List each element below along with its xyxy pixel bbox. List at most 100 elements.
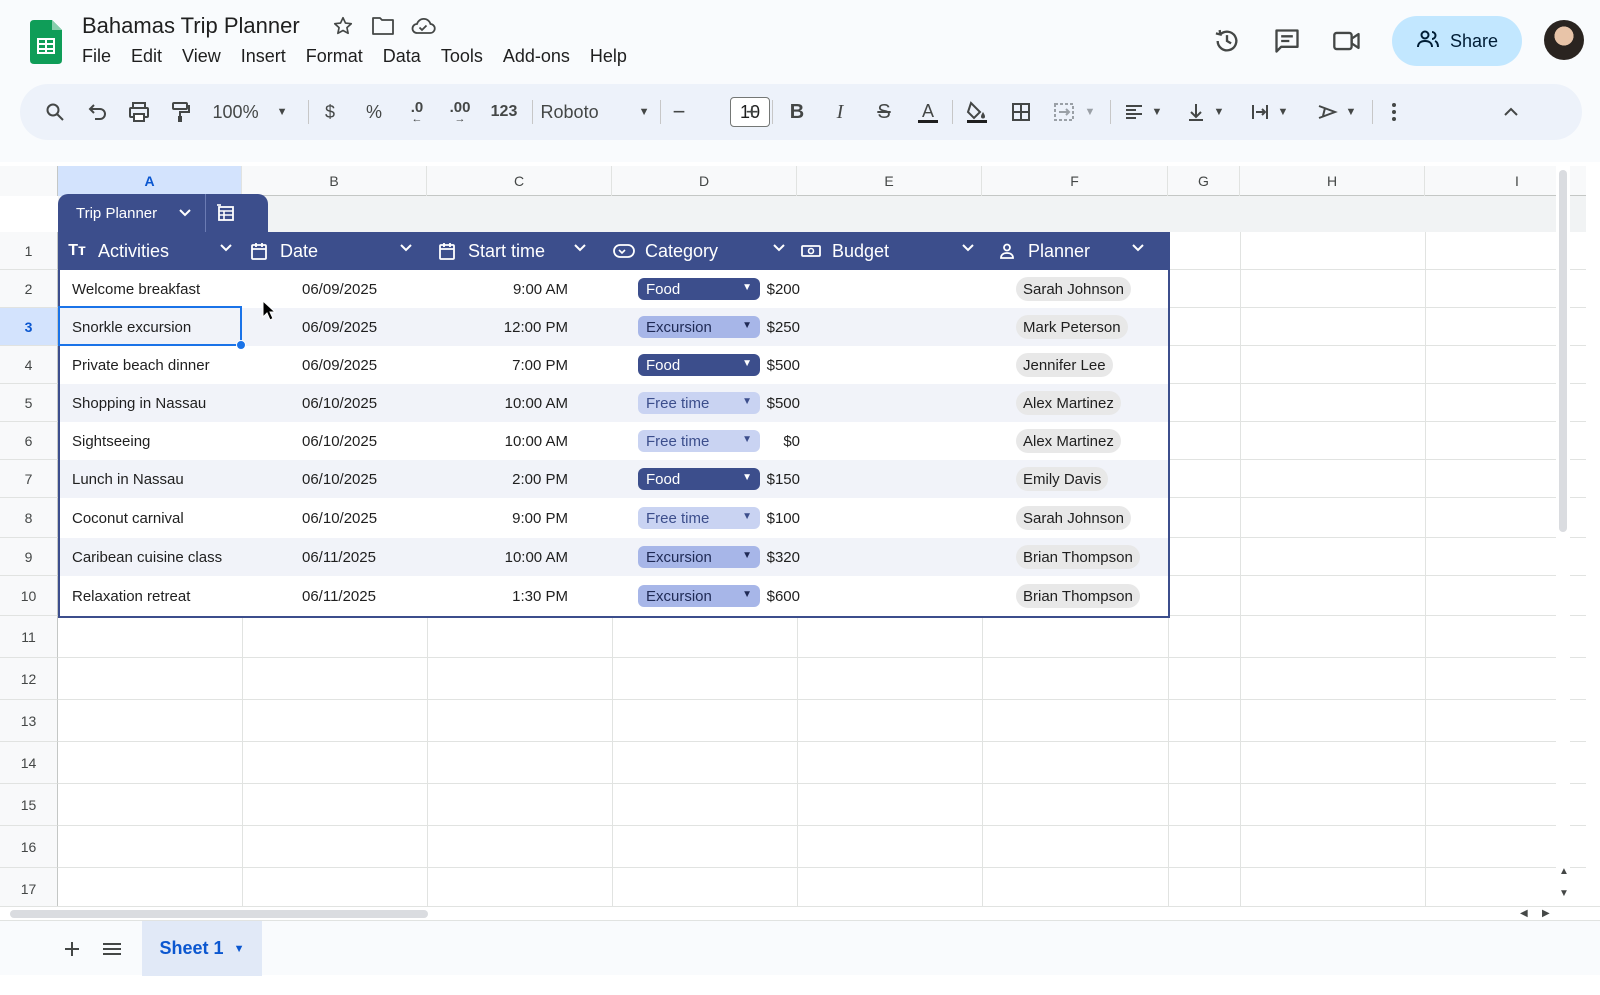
row-header-7[interactable]: 7 bbox=[0, 460, 58, 498]
cell-start-time[interactable]: 1:30 PM bbox=[448, 576, 568, 616]
chevron-down-icon[interactable] bbox=[962, 244, 974, 252]
menu-help[interactable]: Help bbox=[580, 44, 637, 69]
strikethrough-icon[interactable]: S bbox=[869, 84, 899, 140]
chevron-down-icon[interactable] bbox=[574, 244, 586, 252]
cell-date[interactable]: 06/09/2025 bbox=[302, 308, 452, 346]
increase-decimal-button[interactable]: .00 → bbox=[442, 84, 478, 140]
row-header-11[interactable]: 11 bbox=[0, 616, 58, 658]
more-options-icon[interactable] bbox=[1382, 84, 1406, 140]
cell-planner[interactable]: Sarah Johnson bbox=[1016, 498, 1166, 538]
column-header-f[interactable]: F bbox=[982, 166, 1168, 196]
currency-format-button[interactable]: $ bbox=[315, 84, 345, 140]
undo-icon[interactable] bbox=[82, 84, 112, 140]
text-rotation-button[interactable]: ▼ bbox=[1310, 84, 1362, 140]
cell-category[interactable]: Food ▼ bbox=[638, 460, 808, 498]
cell-category[interactable]: Excursion ▼ bbox=[638, 576, 808, 616]
chevron-down-icon[interactable] bbox=[400, 244, 412, 252]
column-header-e[interactable]: E bbox=[797, 166, 982, 196]
row-header-8[interactable]: 8 bbox=[0, 498, 58, 538]
column-header-c[interactable]: C bbox=[427, 166, 612, 196]
person-chip[interactable]: Alex Martinez bbox=[1016, 429, 1121, 453]
row-header-9[interactable]: 9 bbox=[0, 538, 58, 576]
borders-icon[interactable] bbox=[1006, 84, 1036, 140]
cell-start-time[interactable]: 9:00 AM bbox=[448, 270, 568, 308]
row-header-2[interactable]: 2 bbox=[0, 270, 58, 308]
category-dropdown-chip[interactable]: Food ▼ bbox=[638, 468, 760, 490]
menu-file[interactable]: File bbox=[72, 44, 121, 69]
cell-date[interactable]: 06/09/2025 bbox=[302, 270, 452, 308]
document-title[interactable]: Bahamas Trip Planner bbox=[82, 13, 300, 39]
category-dropdown-chip[interactable]: Food ▼ bbox=[638, 354, 760, 376]
cell-activity[interactable]: Lunch in Nassau bbox=[72, 460, 242, 498]
cell-planner[interactable]: Sarah Johnson bbox=[1016, 270, 1166, 308]
cell-date[interactable]: 06/09/2025 bbox=[302, 346, 452, 384]
table-view-icon[interactable] bbox=[206, 204, 246, 222]
horizontal-scroll-thumb[interactable] bbox=[10, 910, 428, 918]
column-header-b[interactable]: B bbox=[242, 166, 427, 196]
row-header-6[interactable]: 6 bbox=[0, 422, 58, 460]
scroll-down-icon[interactable]: ▼ bbox=[1559, 888, 1569, 899]
chevron-down-icon[interactable] bbox=[220, 244, 232, 252]
category-dropdown-chip[interactable]: Excursion ▼ bbox=[638, 546, 760, 568]
share-button[interactable]: Share bbox=[1392, 16, 1522, 66]
cell-start-time[interactable]: 12:00 PM bbox=[448, 308, 568, 346]
cell-start-time[interactable]: 10:00 AM bbox=[448, 384, 568, 422]
decrease-font-size-button[interactable]: − bbox=[668, 84, 690, 140]
bold-icon[interactable]: B bbox=[782, 84, 812, 140]
table-name-tab[interactable]: Trip Planner bbox=[58, 194, 268, 232]
cell-planner[interactable]: Emily Davis bbox=[1016, 460, 1166, 498]
all-sheets-icon[interactable] bbox=[98, 935, 126, 963]
add-sheet-icon[interactable] bbox=[58, 935, 86, 963]
sheet-tab-sheet1[interactable]: Sheet 1 ▼ bbox=[142, 921, 262, 976]
menu-insert[interactable]: Insert bbox=[231, 44, 296, 69]
person-chip[interactable]: Brian Thompson bbox=[1016, 545, 1140, 569]
cell-date[interactable]: 06/10/2025 bbox=[302, 384, 452, 422]
row-header-3[interactable]: 3 bbox=[0, 308, 58, 346]
cell-date[interactable]: 06/11/2025 bbox=[302, 538, 452, 576]
cell-date[interactable]: 06/10/2025 bbox=[302, 422, 452, 460]
row-header-14[interactable]: 14 bbox=[0, 742, 58, 784]
category-dropdown-chip[interactable]: Free time ▼ bbox=[638, 430, 760, 452]
person-chip[interactable]: Alex Martinez bbox=[1016, 391, 1121, 415]
vertical-scroll-thumb[interactable] bbox=[1559, 170, 1567, 532]
font-family-select[interactable]: Roboto ▼ bbox=[541, 84, 650, 140]
cell-activity[interactable]: Private beach dinner bbox=[72, 346, 242, 384]
row-header-4[interactable]: 4 bbox=[0, 346, 58, 384]
table-header-category[interactable]: Category bbox=[613, 232, 788, 270]
horizontal-align-button[interactable]: ▼ bbox=[1120, 84, 1166, 140]
italic-icon[interactable]: I bbox=[825, 84, 855, 140]
cell-date[interactable]: 06/10/2025 bbox=[302, 460, 452, 498]
cell-activity[interactable]: Welcome breakfast bbox=[72, 270, 242, 308]
column-header-d[interactable]: D bbox=[612, 166, 797, 196]
cell-date[interactable]: 06/10/2025 bbox=[302, 498, 452, 538]
menu-tools[interactable]: Tools bbox=[431, 44, 493, 69]
row-header-13[interactable]: 13 bbox=[0, 700, 58, 742]
row-header-12[interactable]: 12 bbox=[0, 658, 58, 700]
fill-handle[interactable] bbox=[236, 340, 246, 350]
cell-category[interactable]: Free time ▼ bbox=[638, 498, 808, 538]
decrease-decimal-button[interactable]: .0 ← bbox=[400, 84, 434, 140]
row-header-1[interactable]: 1 bbox=[0, 232, 58, 270]
cell-start-time[interactable]: 10:00 AM bbox=[448, 538, 568, 576]
text-color-icon[interactable]: A bbox=[913, 84, 943, 140]
cell-start-time[interactable]: 9:00 PM bbox=[448, 498, 568, 538]
cell-planner[interactable]: Alex Martinez bbox=[1016, 384, 1166, 422]
category-dropdown-chip[interactable]: Food ▼ bbox=[638, 278, 760, 300]
cell-activity[interactable]: Sightseeing bbox=[72, 422, 242, 460]
person-chip[interactable]: Brian Thompson bbox=[1016, 584, 1140, 608]
table-header-activities[interactable]: Tт Activities bbox=[66, 232, 236, 270]
cell-planner[interactable]: Jennifer Lee bbox=[1016, 346, 1166, 384]
avatar[interactable] bbox=[1544, 20, 1584, 60]
zoom-select[interactable]: 100% ▼ bbox=[210, 84, 290, 140]
cell-category[interactable]: Free time ▼ bbox=[638, 422, 808, 460]
menu-data[interactable]: Data bbox=[373, 44, 431, 69]
menu-add-ons[interactable]: Add-ons bbox=[493, 44, 580, 69]
cell-category[interactable]: Excursion ▼ bbox=[638, 308, 808, 346]
person-chip[interactable]: Sarah Johnson bbox=[1016, 506, 1131, 530]
meet-video-icon[interactable] bbox=[1332, 26, 1362, 56]
select-all-corner[interactable] bbox=[0, 166, 58, 196]
print-icon[interactable] bbox=[124, 84, 154, 140]
menu-format[interactable]: Format bbox=[296, 44, 373, 69]
cell-start-time[interactable]: 10:00 AM bbox=[448, 422, 568, 460]
cell-start-time[interactable]: 7:00 PM bbox=[448, 346, 568, 384]
